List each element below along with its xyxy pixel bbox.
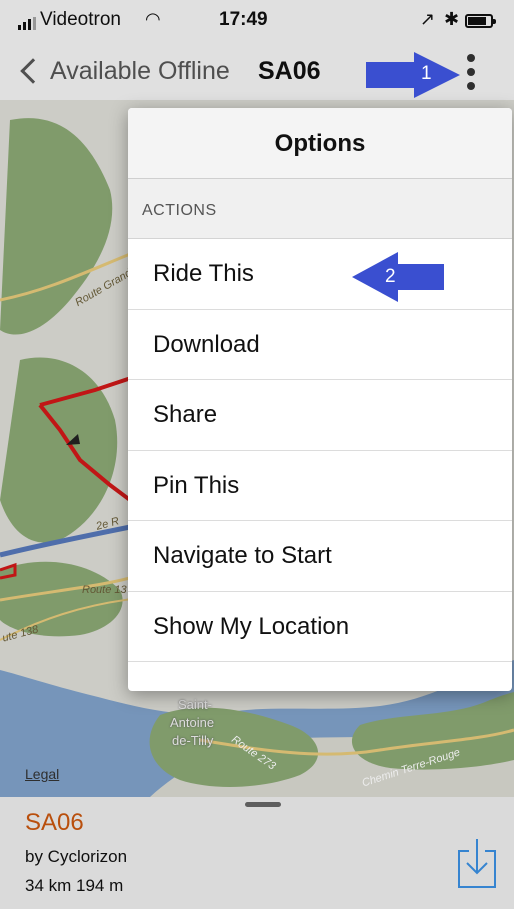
menu-item-ride-this[interactable]: Ride This xyxy=(128,239,512,310)
options-popover: Options ACTIONS Ride This Download Share… xyxy=(128,108,512,691)
map-road-label: Route 13 xyxy=(82,584,127,596)
map-town-label: de-Tilly xyxy=(172,733,214,748)
more-options-icon[interactable] xyxy=(456,52,486,92)
annotation-arrow-1: 1 xyxy=(366,52,460,98)
route-author: by Cyclorizon xyxy=(25,847,128,866)
menu-item-share[interactable]: Share xyxy=(128,380,512,451)
back-button[interactable]: Available Offline xyxy=(50,57,230,86)
menu-item-download[interactable]: Download xyxy=(128,309,512,380)
location-arrow-icon: ↗ xyxy=(420,9,436,29)
drag-handle[interactable] xyxy=(245,802,281,807)
menu-item-navigate-to-start[interactable]: Navigate to Start xyxy=(128,521,512,592)
bluetooth-icon: ✱ xyxy=(444,9,460,29)
section-header-actions: ACTIONS xyxy=(128,179,512,239)
back-chevron-icon[interactable] xyxy=(20,58,46,84)
battery-icon xyxy=(465,14,496,28)
wifi-icon: ◠ xyxy=(145,9,161,29)
signal-strength-icon xyxy=(18,17,36,30)
map-town-label: Saint- xyxy=(178,697,212,712)
status-bar: Videotron ◠ 17:49 ↗ ✱ xyxy=(0,0,514,44)
legal-link[interactable]: Legal xyxy=(25,766,59,782)
popover-title: Options xyxy=(128,108,512,179)
map-town-label: Antoine xyxy=(170,715,215,730)
status-time: 17:49 xyxy=(219,9,268,30)
carrier-label: Videotron xyxy=(40,9,121,30)
annotation-number: 1 xyxy=(421,63,432,84)
menu-item-show-my-location[interactable]: Show My Location xyxy=(128,591,512,662)
menu-item-pin-this[interactable]: Pin This xyxy=(128,450,512,521)
nav-title: SA06 xyxy=(258,57,321,85)
route-summary-panel[interactable]: SA06 by Cyclorizon 34 km 194 m xyxy=(0,797,514,909)
annotation-number: 2 xyxy=(385,266,396,287)
annotation-arrow-2: 2 xyxy=(352,252,444,302)
download-icon[interactable] xyxy=(455,835,499,891)
route-stats: 34 km 194 m xyxy=(25,876,124,895)
route-name: SA06 xyxy=(25,809,84,836)
